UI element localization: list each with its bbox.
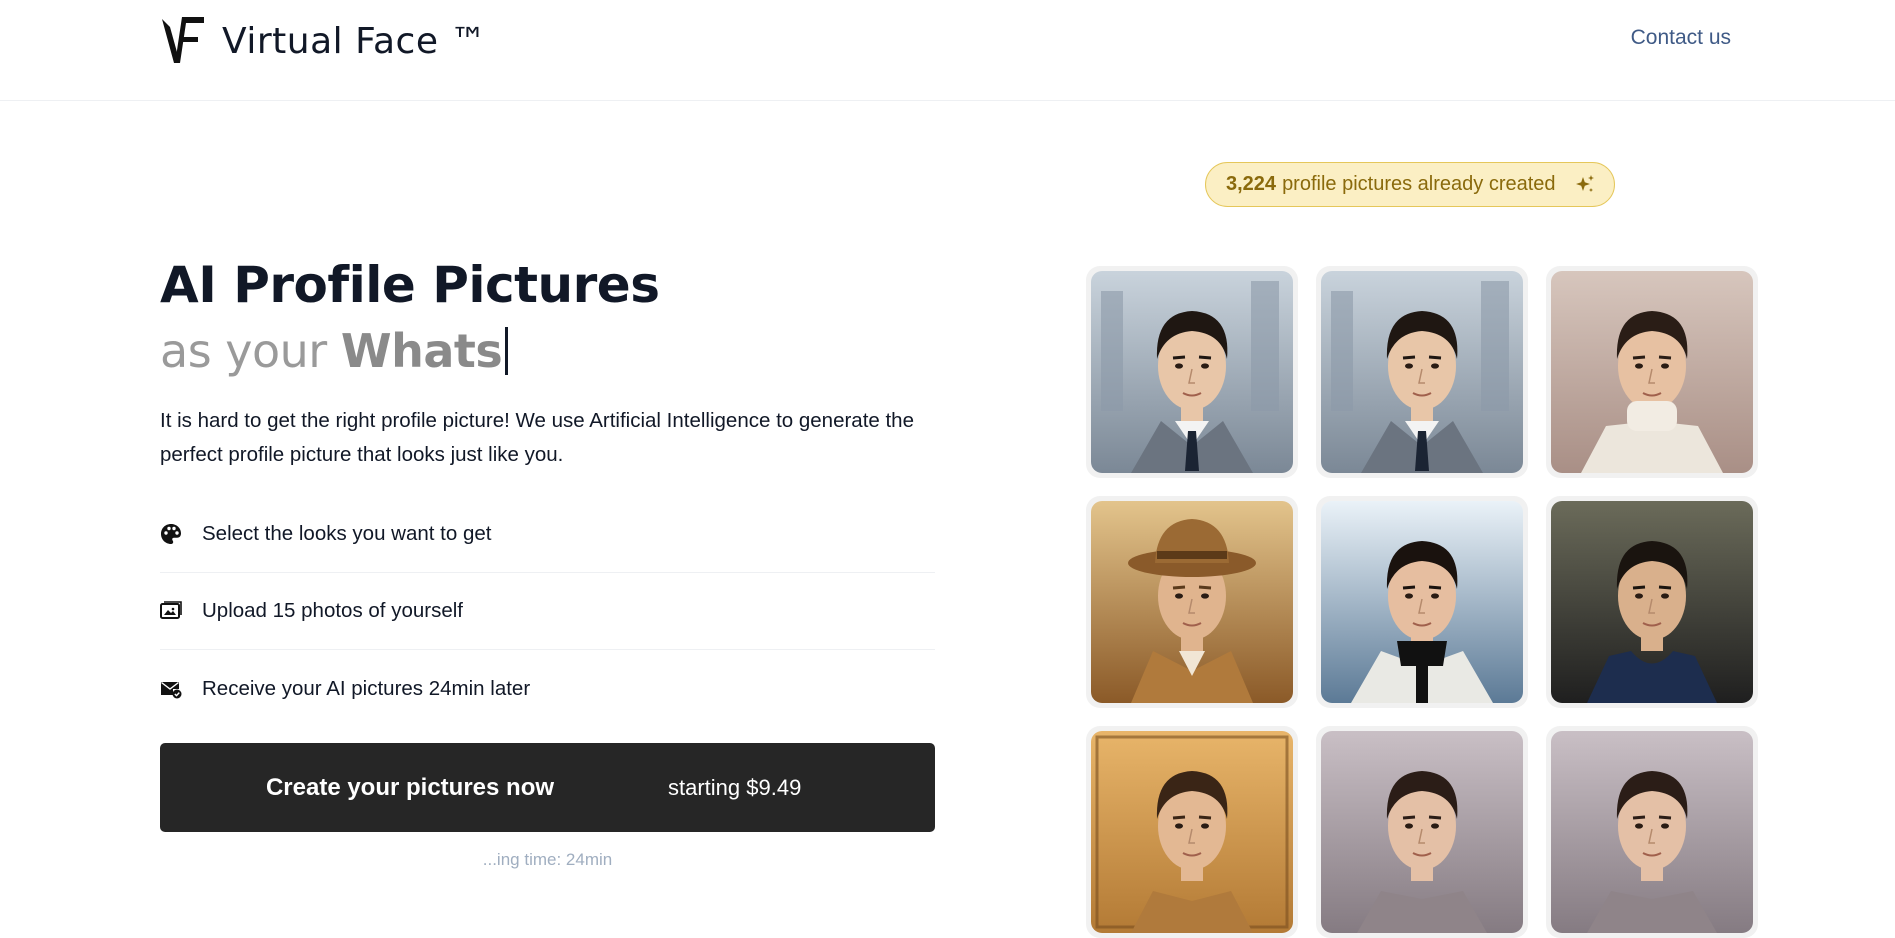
step-label: Select the looks you want to get bbox=[202, 522, 492, 545]
site-header: Virtual Face ™ Contact us bbox=[0, 0, 1895, 101]
profile-photo bbox=[1551, 731, 1753, 933]
vf-logo-icon bbox=[162, 17, 204, 63]
badge-text: profile pictures already created bbox=[1282, 173, 1556, 195]
step-upload-photos: Upload 15 photos of yourself bbox=[160, 573, 935, 650]
gallery-tile bbox=[1086, 726, 1298, 938]
images-icon bbox=[160, 600, 182, 622]
profile-photo bbox=[1551, 271, 1753, 473]
created-count: 3,224 bbox=[1226, 173, 1277, 195]
envelope-check-icon bbox=[160, 678, 182, 700]
gallery-tile bbox=[1546, 266, 1758, 478]
step-label: Receive your AI pictures 24min later bbox=[202, 676, 531, 700]
brand-name: Virtual Face ™ bbox=[222, 20, 487, 62]
logo[interactable]: Virtual Face ™ bbox=[160, 16, 487, 66]
created-count-badge: 3,224 profile pictures already created bbox=[1205, 162, 1615, 207]
create-pictures-button[interactable]: Create your pictures now starting $9.49 bbox=[160, 743, 935, 832]
step-receive-pictures: Receive your AI pictures 24min later bbox=[160, 650, 935, 727]
profile-photo bbox=[1321, 501, 1523, 703]
typing-caret bbox=[505, 327, 509, 375]
gallery-tile bbox=[1546, 726, 1758, 938]
contact-link[interactable]: Contact us bbox=[1631, 26, 1731, 50]
cta-note: ...ing time: 24min bbox=[482, 850, 613, 869]
profile-photo bbox=[1091, 271, 1293, 473]
gallery-tile bbox=[1086, 266, 1298, 478]
profile-photo bbox=[1551, 501, 1753, 703]
subtitle-typed-word: Whats bbox=[340, 324, 503, 378]
hero-section: AI Profile Pictures as your Whats It is … bbox=[160, 250, 935, 870]
gallery-tile bbox=[1086, 496, 1298, 708]
palette-icon bbox=[160, 523, 182, 545]
gallery-tile bbox=[1316, 496, 1528, 708]
profile-photo bbox=[1321, 731, 1523, 933]
cta-label: Create your pictures now bbox=[265, 773, 555, 801]
hero-subtitle: as your Whats bbox=[160, 320, 935, 382]
profile-photo bbox=[1321, 271, 1523, 473]
subtitle-prefix: as your bbox=[160, 324, 341, 378]
profile-photo bbox=[1091, 731, 1293, 933]
gallery-tile bbox=[1316, 266, 1528, 478]
profile-photo bbox=[1091, 501, 1293, 703]
hero-title: AI Profile Pictures bbox=[160, 256, 660, 314]
profile-gallery bbox=[1086, 266, 1758, 938]
steps-list: Select the looks you want to get Upload … bbox=[160, 496, 935, 727]
sparkles-icon bbox=[1575, 174, 1594, 192]
step-select-looks: Select the looks you want to get bbox=[160, 496, 935, 573]
gallery-tile bbox=[1546, 496, 1758, 708]
step-label: Upload 15 photos of yourself bbox=[202, 599, 463, 622]
cta-price: starting $9.49 bbox=[668, 774, 802, 800]
gallery-tile bbox=[1316, 726, 1528, 938]
hero-description: It is hard to get the right profile pict… bbox=[160, 409, 914, 466]
